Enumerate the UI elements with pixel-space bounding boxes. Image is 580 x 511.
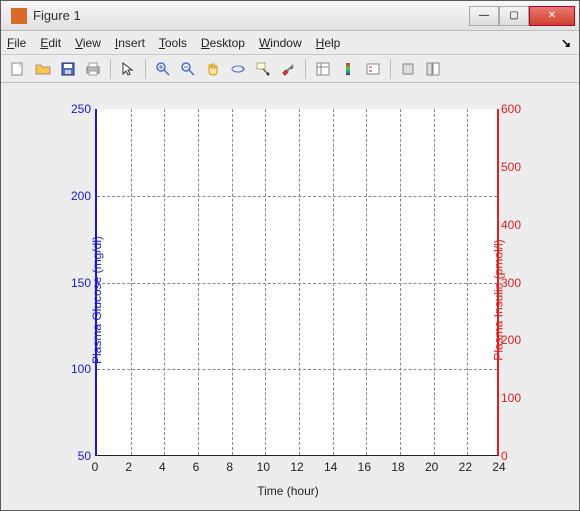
- x-tick-label: 8: [226, 460, 233, 474]
- x-tick-label: 0: [92, 460, 99, 474]
- x-tick-label: 22: [459, 460, 472, 474]
- show-plot-tools-button[interactable]: [422, 58, 444, 80]
- x-axis-label: Time (hour): [257, 484, 319, 498]
- colorbar-button[interactable]: [337, 58, 359, 80]
- data-cursor-button[interactable]: [252, 58, 274, 80]
- print-button[interactable]: [82, 58, 104, 80]
- y-tick-label-right: 400: [501, 218, 529, 232]
- y-tick-label-right: 200: [501, 333, 529, 347]
- open-button[interactable]: [32, 58, 54, 80]
- window-buttons: — ▢ ✕: [469, 6, 575, 26]
- y-tick-label-left: 150: [59, 276, 91, 290]
- x-tick-label: 4: [159, 460, 166, 474]
- menu-file[interactable]: File: [7, 36, 26, 50]
- menu-insert[interactable]: Insert: [115, 36, 145, 50]
- toolbar-separator: [305, 59, 306, 79]
- axes[interactable]: [95, 109, 499, 456]
- y-tick-label-left: 100: [59, 362, 91, 376]
- grid-line: [97, 196, 497, 197]
- menu-tools[interactable]: Tools: [159, 36, 187, 50]
- menu-help[interactable]: Help: [316, 36, 341, 50]
- menu-desktop[interactable]: Desktop: [201, 36, 245, 50]
- grid-line: [97, 283, 497, 284]
- hide-plot-tools-button[interactable]: [397, 58, 419, 80]
- grid-line: [97, 369, 497, 370]
- menu-expand-icon[interactable]: ↘: [559, 36, 573, 50]
- plot-box: Plasma Glucose (mg/dl) Plasma Insulin (p…: [9, 97, 567, 502]
- x-tick-label: 14: [324, 460, 337, 474]
- x-tick-label: 12: [290, 460, 303, 474]
- y-axis-label-left: Plasma Glucose (mg/dl): [90, 235, 104, 363]
- y-tick-label-right: 600: [501, 102, 529, 116]
- maximize-button[interactable]: ▢: [499, 6, 529, 26]
- menubar: File Edit View Insert Tools Desktop Wind…: [1, 31, 579, 55]
- menu-edit[interactable]: Edit: [40, 36, 61, 50]
- figure-window: Figure 1 — ▢ ✕ File Edit View Insert Too…: [0, 0, 580, 511]
- zoom-out-button[interactable]: [177, 58, 199, 80]
- y-tick-label-left: 200: [59, 189, 91, 203]
- legend-button[interactable]: [362, 58, 384, 80]
- toolbar-separator: [145, 59, 146, 79]
- close-button[interactable]: ✕: [529, 6, 575, 26]
- brush-button[interactable]: [277, 58, 299, 80]
- plot-area: Plasma Glucose (mg/dl) Plasma Insulin (p…: [1, 83, 579, 510]
- x-tick-label: 20: [425, 460, 438, 474]
- y-tick-label-right: 300: [501, 276, 529, 290]
- x-tick-label: 18: [391, 460, 404, 474]
- menu-window[interactable]: Window: [259, 36, 302, 50]
- toolbar-separator: [110, 59, 111, 79]
- y-tick-label-left: 250: [59, 102, 91, 116]
- pointer-button[interactable]: [117, 58, 139, 80]
- y-tick-label-right: 100: [501, 391, 529, 405]
- x-tick-label: 16: [358, 460, 371, 474]
- y-tick-label-left: 50: [59, 449, 91, 463]
- zoom-in-button[interactable]: [152, 58, 174, 80]
- window-title: Figure 1: [33, 8, 469, 23]
- toolbar: [1, 55, 579, 83]
- pan-button[interactable]: [202, 58, 224, 80]
- matlab-icon: [11, 8, 27, 24]
- titlebar: Figure 1 — ▢ ✕: [1, 1, 579, 31]
- x-tick-label: 2: [125, 460, 132, 474]
- x-tick-label: 10: [257, 460, 270, 474]
- rotate3d-button[interactable]: [227, 58, 249, 80]
- link-data-button[interactable]: [312, 58, 334, 80]
- y-tick-label-right: 500: [501, 160, 529, 174]
- save-button[interactable]: [57, 58, 79, 80]
- x-tick-label: 6: [193, 460, 200, 474]
- new-figure-button[interactable]: [7, 58, 29, 80]
- y-tick-label-right: 0: [501, 449, 529, 463]
- menu-view[interactable]: View: [75, 36, 101, 50]
- toolbar-separator: [390, 59, 391, 79]
- minimize-button[interactable]: —: [469, 6, 499, 26]
